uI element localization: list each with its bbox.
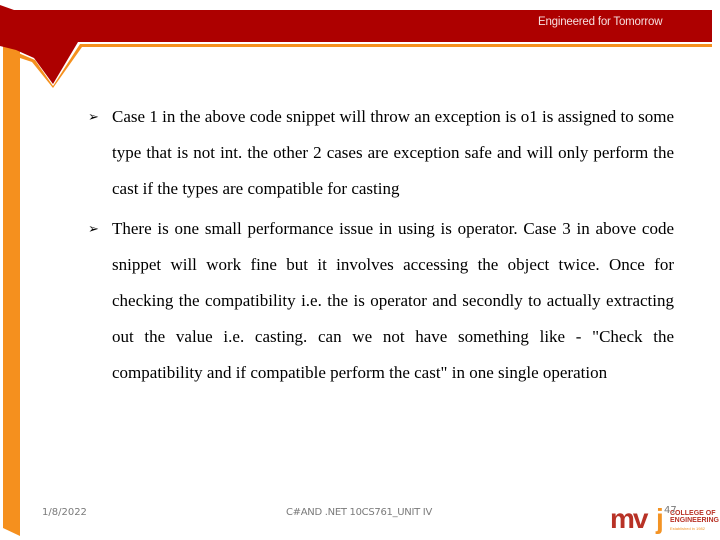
logo-line3: Established in 1982 [670, 526, 705, 531]
page-number: 47 [664, 505, 677, 516]
bullet-text: Case 1 in the above code snippet will th… [112, 107, 674, 198]
arrow-bullet-icon: ➢ [88, 109, 99, 124]
slide-content: ➢ Case 1 in the above code snippet will … [86, 99, 674, 395]
left-orange-bar [3, 46, 20, 536]
footer-date: 1/8/2022 [42, 507, 87, 518]
bullet-text: There is one small performance issue in … [112, 219, 674, 382]
bullet-item: ➢ There is one small performance issue i… [86, 211, 674, 391]
bullet-item: ➢ Case 1 in the above code snippet will … [86, 99, 674, 207]
logo-line2: ENGINEERING [670, 517, 720, 524]
footer-course-label: C#AND .NET 10CS761_UNIT IV [286, 507, 432, 518]
arrow-bullet-icon: ➢ [88, 221, 99, 236]
logo-mark-j: j [656, 503, 664, 534]
logo-mark: mv [610, 503, 648, 534]
banner-orange-edge [16, 44, 712, 88]
header-tagline: Engineered for Tomorrow [538, 16, 663, 28]
